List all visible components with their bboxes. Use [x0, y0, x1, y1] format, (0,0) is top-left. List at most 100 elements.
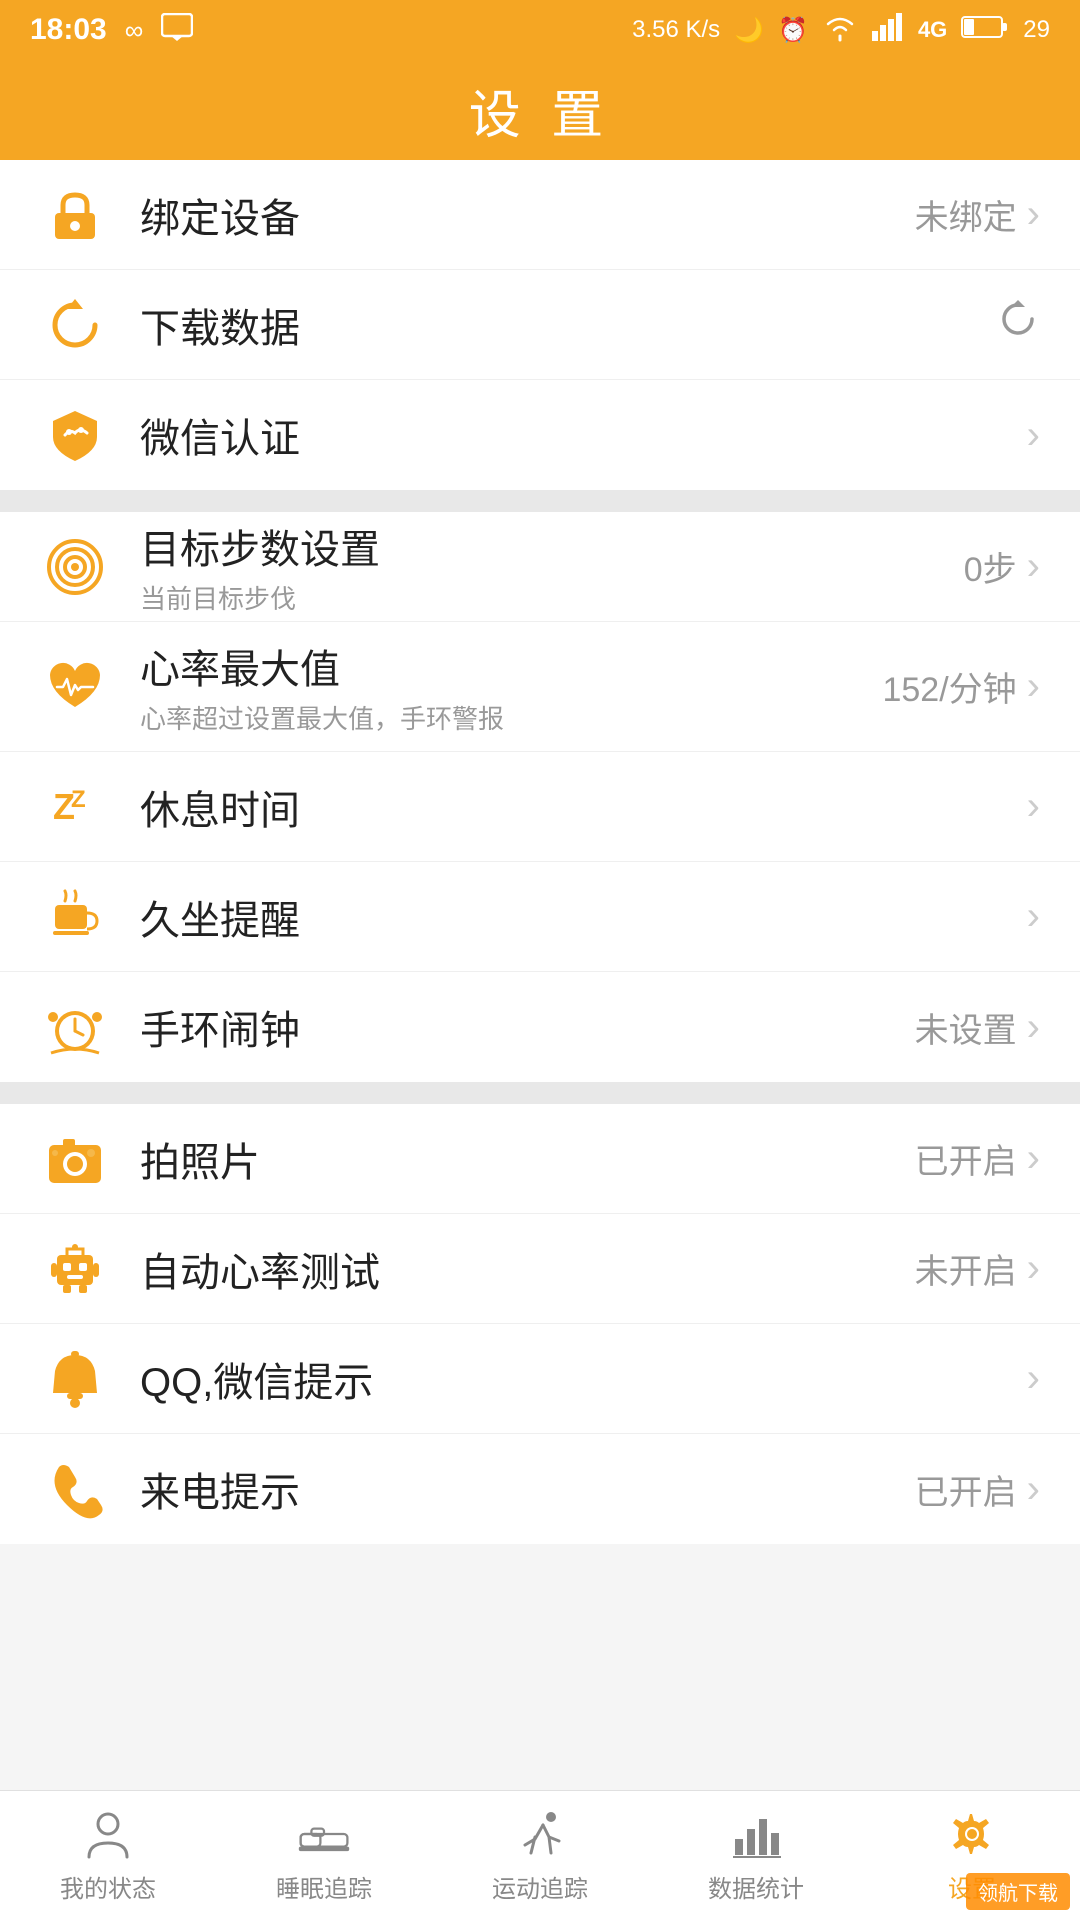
alarm-icon — [40, 992, 110, 1062]
bell-icon — [40, 1344, 110, 1414]
nav-item-sleep[interactable]: 睡眠追踪 — [216, 1791, 432, 1920]
section-health: 目标步数设置 当前目标步伐 0步 › 心率最大值 心率超过设置最大值，手环警报 … — [0, 512, 1080, 1082]
message-icon — [161, 13, 193, 48]
camera-value: 已开启 — [915, 1134, 1017, 1183]
nav-item-my-status[interactable]: 我的状态 — [0, 1791, 216, 1920]
alarm-title: 手环闹钟 — [140, 998, 915, 1056]
status-bar: 18:03 ∞ 3.56 K/s 🌙 ⏰ — [0, 0, 1080, 60]
run-icon — [513, 1807, 567, 1861]
heart-rate-arrow: › — [1027, 664, 1040, 709]
moon-icon: 🌙 — [734, 16, 764, 45]
divider-2 — [0, 1082, 1080, 1104]
nav-label-exercise: 运动追踪 — [492, 1869, 588, 1904]
chart-icon — [729, 1807, 783, 1861]
qq-wechat-arrow: › — [1027, 1356, 1040, 1401]
camera-right: 已开启 › — [915, 1134, 1040, 1183]
phone-icon — [40, 1454, 110, 1524]
step-goal-title: 目标步数设置 — [140, 517, 964, 575]
step-goal-value: 0步 — [964, 542, 1017, 591]
sedentary-text: 久坐提醒 — [140, 888, 1027, 946]
sedentary-right: › — [1027, 894, 1040, 939]
nav-label-settings: 设置 — [948, 1869, 996, 1904]
sleep-icon: Z Z — [40, 772, 110, 842]
step-goal-text: 目标步数设置 当前目标步伐 — [140, 517, 964, 616]
nav-label-stats: 数据统计 — [708, 1869, 804, 1904]
step-goal-arrow: › — [1027, 544, 1040, 589]
menu-item-step-goal[interactable]: 目标步数设置 当前目标步伐 0步 › — [0, 512, 1080, 622]
section-device: 绑定设备 未绑定 › 下载数据 — [0, 160, 1080, 490]
target-icon — [40, 532, 110, 602]
refresh-icon — [40, 290, 110, 360]
coffee-icon — [40, 882, 110, 952]
download-refresh-icon — [996, 297, 1040, 352]
rest-time-arrow: › — [1027, 784, 1040, 829]
menu-item-sedentary[interactable]: 久坐提醒 › — [0, 862, 1080, 972]
menu-item-qq-wechat[interactable]: QQ,微信提示 › — [0, 1324, 1080, 1434]
auto-heart-value: 未开启 — [915, 1244, 1017, 1293]
rest-time-title: 休息时间 — [140, 778, 1027, 836]
download-title: 下载数据 — [140, 296, 996, 354]
battery-level: 29 — [1023, 16, 1050, 44]
bind-device-text: 绑定设备 — [140, 186, 915, 244]
speed-indicator: 3.56 K/s — [632, 16, 720, 44]
auto-heart-text: 自动心率测试 — [140, 1240, 915, 1298]
alarm-right: 未设置 › — [915, 1003, 1040, 1052]
heart-icon — [40, 652, 110, 722]
call-right: 已开启 › — [915, 1465, 1040, 1514]
menu-item-call[interactable]: 来电提示 已开启 › — [0, 1434, 1080, 1544]
call-text: 来电提示 — [140, 1460, 915, 1518]
alarm-arrow: › — [1027, 1005, 1040, 1050]
menu-item-wechat-auth[interactable]: 微信认证 › — [0, 380, 1080, 490]
status-right: 3.56 K/s 🌙 ⏰ 4G 29 — [632, 12, 1050, 49]
signal-icon — [872, 13, 904, 48]
sedentary-title: 久坐提醒 — [140, 888, 1027, 946]
alarm-value: 未设置 — [915, 1003, 1017, 1052]
wechat-auth-text: 微信认证 — [140, 406, 1027, 464]
camera-text: 拍照片 — [140, 1130, 915, 1188]
bind-device-right: 未绑定 › — [915, 190, 1040, 239]
call-value: 已开启 — [915, 1465, 1017, 1514]
rest-time-right: › — [1027, 784, 1040, 829]
menu-item-rest-time[interactable]: Z Z 休息时间 › — [0, 752, 1080, 862]
nav-label-sleep: 睡眠追踪 — [276, 1869, 372, 1904]
step-goal-subtitle: 当前目标步伐 — [140, 579, 964, 616]
menu-item-download[interactable]: 下载数据 — [0, 270, 1080, 380]
wechat-auth-right: › — [1027, 413, 1040, 458]
rest-time-text: 休息时间 — [140, 778, 1027, 836]
4g-icon: 4G — [918, 17, 947, 43]
heart-rate-title: 心率最大值 — [140, 637, 882, 695]
alarm-text: 手环闹钟 — [140, 998, 915, 1056]
call-title: 来电提示 — [140, 1460, 915, 1518]
nav-label-my-status: 我的状态 — [60, 1869, 156, 1904]
battery-icon — [961, 14, 1009, 47]
step-goal-right: 0步 › — [964, 542, 1040, 591]
nav-item-settings[interactable]: 设置 — [864, 1791, 1080, 1920]
infinity-icon: ∞ — [125, 15, 144, 46]
sedentary-arrow: › — [1027, 894, 1040, 939]
status-time: 18:03 — [30, 13, 107, 47]
download-text: 下载数据 — [140, 296, 996, 354]
nav-item-stats[interactable]: 数据统计 — [648, 1791, 864, 1920]
auto-heart-title: 自动心率测试 — [140, 1240, 915, 1298]
person-icon — [81, 1807, 135, 1861]
bind-device-title: 绑定设备 — [140, 186, 915, 244]
menu-item-auto-heart[interactable]: 自动心率测试 未开启 › — [0, 1214, 1080, 1324]
menu-item-camera[interactable]: 拍照片 已开启 › — [0, 1104, 1080, 1214]
gear-icon — [945, 1807, 999, 1861]
sleep-nav-icon — [297, 1807, 351, 1861]
qq-wechat-text: QQ,微信提示 — [140, 1350, 1027, 1408]
clock-icon: ⏰ — [778, 16, 808, 45]
menu-item-bind-device[interactable]: 绑定设备 未绑定 › — [0, 160, 1080, 270]
nav-item-exercise[interactable]: 运动追踪 — [432, 1791, 648, 1920]
camera-title: 拍照片 — [140, 1130, 915, 1188]
lock-icon — [40, 180, 110, 250]
menu-item-alarm[interactable]: 手环闹钟 未设置 › — [0, 972, 1080, 1082]
page-title: 设 置 — [469, 73, 611, 148]
bottom-navigation: 我的状态 睡眠追踪 运动追踪 — [0, 1790, 1080, 1920]
bind-device-arrow: › — [1027, 192, 1040, 237]
menu-item-heart-rate[interactable]: 心率最大值 心率超过设置最大值，手环警报 152/分钟 › — [0, 622, 1080, 752]
qq-wechat-right: › — [1027, 1356, 1040, 1401]
auto-heart-arrow: › — [1027, 1246, 1040, 1291]
wechat-auth-arrow: › — [1027, 413, 1040, 458]
shield-icon — [40, 400, 110, 470]
